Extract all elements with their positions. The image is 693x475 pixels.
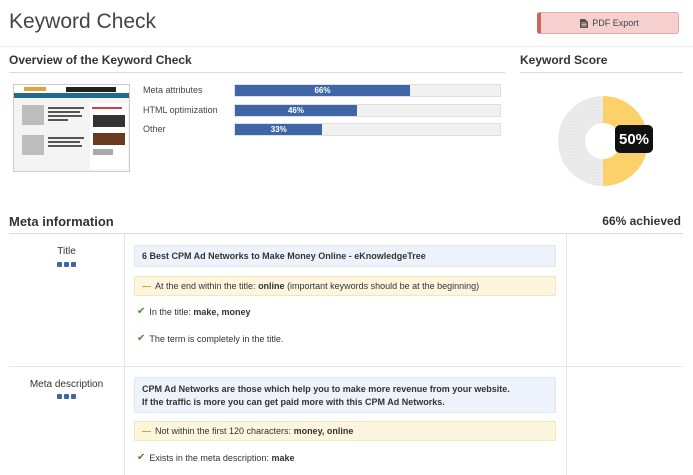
keyword-score-value: 50% xyxy=(615,125,653,153)
meta-description-warning-box: — Not within the first 120 characters: m… xyxy=(134,421,556,441)
table-column-divider xyxy=(124,234,125,475)
rating-dots-icon xyxy=(57,394,76,399)
overview-heading: Overview of the Keyword Check xyxy=(9,53,192,67)
dash-icon: — xyxy=(142,426,151,436)
donut-empty-segment xyxy=(557,96,603,186)
meta-description-line-2: If the traffic is more you can get paid … xyxy=(142,397,445,407)
row-label-meta-description: Meta description xyxy=(29,379,104,390)
title-check-text: In the title: xyxy=(149,306,194,317)
table-column-divider xyxy=(566,234,567,475)
pdf-export-button[interactable]: PDF Export xyxy=(537,12,679,34)
page-thumbnail[interactable] xyxy=(13,84,130,172)
title-check-keywords-value: make, money xyxy=(193,306,251,317)
metric-label-meta-attributes: Meta attributes xyxy=(143,85,203,95)
meta-information-heading: Meta information xyxy=(9,214,114,229)
meta-description-warning-text: Not within the first 120 characters: xyxy=(155,426,294,436)
overview-divider xyxy=(9,72,505,73)
dash-icon: — xyxy=(142,281,151,291)
document-icon xyxy=(580,18,589,28)
meta-description-warning-keyword: money, online xyxy=(293,426,354,436)
rating-dots-icon xyxy=(57,262,76,267)
progress-html-optimization: 46% xyxy=(234,104,501,117)
title-warning-box: — At the end within the title: online (i… xyxy=(134,276,556,296)
checkmark-icon: ✔ xyxy=(137,333,146,344)
row-label-title: Title xyxy=(57,246,76,257)
meta-description-value-box: CPM Ad Networks are those which help you… xyxy=(134,377,556,413)
progress-meta-attributes: 66% xyxy=(234,84,501,97)
metric-label-other: Other xyxy=(143,124,166,134)
meta-information-divider xyxy=(9,233,683,234)
achieved-score: 66% achieved xyxy=(602,214,681,228)
meta-description-check: ✔ Exists in the meta description: make xyxy=(137,452,294,463)
pdf-export-label: PDF Export xyxy=(592,18,639,28)
header-divider xyxy=(0,46,693,47)
meta-description-check-text: Exists in the meta description: xyxy=(149,452,272,463)
checkmark-icon: ✔ xyxy=(137,452,146,463)
title-warning-keyword: online xyxy=(258,281,285,291)
progress-fill-meta-attributes: 66% xyxy=(235,85,410,96)
keyword-score-divider xyxy=(520,72,683,73)
table-row-divider xyxy=(9,366,683,367)
keyword-score-heading: Keyword Score xyxy=(520,53,608,67)
meta-description-check-value: make xyxy=(271,452,295,463)
metric-label-html-optimization: HTML optimization xyxy=(143,105,218,115)
title-warning-text: At the end within the title: xyxy=(155,281,259,291)
page-title: Keyword Check xyxy=(9,10,157,33)
progress-fill-html-optimization: 46% xyxy=(235,105,357,116)
title-check-complete: ✔ The term is completely in the title. xyxy=(137,333,283,344)
title-check-keywords: ✔ In the title: make, money xyxy=(137,306,250,317)
title-value-box: 6 Best CPM Ad Networks to Make Money Onl… xyxy=(134,245,556,267)
meta-description-line-1: CPM Ad Networks are those which help you… xyxy=(142,384,510,394)
progress-fill-other: 33% xyxy=(235,124,323,135)
title-check-complete-text: The term is completely in the title. xyxy=(149,333,284,344)
checkmark-icon: ✔ xyxy=(137,306,146,317)
title-warning-suffix: (important keywords should be at the beg… xyxy=(284,281,480,291)
progress-other: 33% xyxy=(234,123,501,136)
title-value: 6 Best CPM Ad Networks to Make Money Onl… xyxy=(142,251,426,261)
